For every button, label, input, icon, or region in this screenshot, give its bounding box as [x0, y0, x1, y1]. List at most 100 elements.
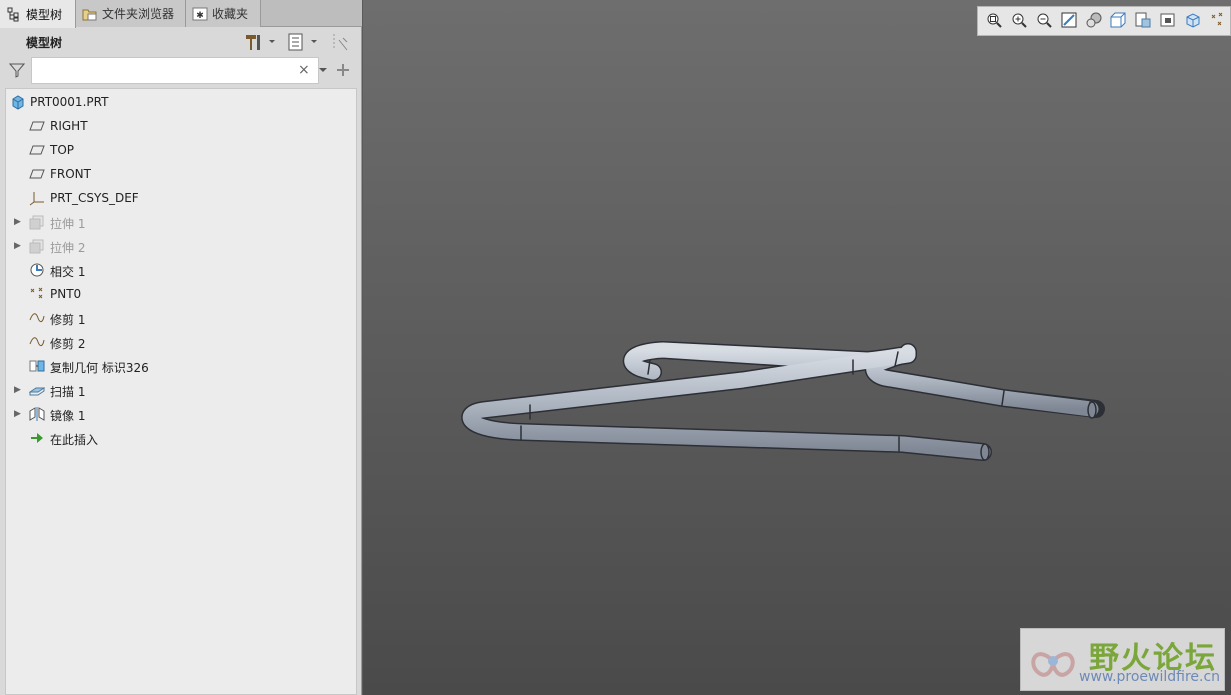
tree-item[interactable]: 修剪 1 [6, 307, 356, 329]
extrude-icon [29, 214, 45, 230]
zoom-out-button[interactable] [1032, 9, 1057, 33]
tree-item-label: 复制几何 标识326 [50, 361, 149, 375]
chevron-down-icon[interactable] [318, 67, 328, 75]
pin-icon [333, 34, 348, 51]
navigator-panel: 模型树 文件夹浏览器 ✱ 收藏夹 模型树 × PRT0001.PRT RIGHT… [0, 0, 362, 695]
datum-display-icon [1209, 11, 1227, 32]
tree-item[interactable]: FRONT [6, 163, 356, 185]
add-filter-icon[interactable] [336, 63, 350, 77]
mirror-icon [29, 406, 45, 422]
tree-item[interactable]: 在此插入 [6, 427, 356, 449]
tree-item[interactable]: ▶ 拉伸 1 [6, 211, 356, 233]
graphics-viewport[interactable] [363, 0, 1231, 695]
repaint-icon [1060, 11, 1078, 32]
tree-item-label: PRT_CSYS_DEF [50, 191, 139, 205]
saved-orientations-icon [1109, 11, 1127, 32]
tab-favorites[interactable]: ✱ 收藏夹 [186, 0, 261, 27]
tree-item[interactable]: ▶ 扫描 1 [6, 379, 356, 401]
filter-icon[interactable] [9, 62, 25, 78]
display-style-icon [1085, 11, 1103, 32]
pin-button[interactable] [331, 32, 351, 52]
zoom-out-icon [1035, 11, 1053, 32]
tab-label: 模型树 [26, 7, 63, 22]
repaint-button[interactable] [1056, 9, 1081, 33]
tree-item-label: 拉伸 2 [50, 241, 86, 255]
curve-icon [29, 334, 45, 350]
expand-arrow-icon[interactable]: ▶ [14, 409, 24, 419]
tree-item[interactable]: ▶ 镜像 1 [6, 403, 356, 425]
datum-display-button[interactable] [1205, 9, 1230, 33]
expand-arrow-icon[interactable]: ▶ [14, 241, 24, 251]
tab-model-tree[interactable]: 模型树 [0, 0, 76, 28]
tools-icon [246, 35, 275, 50]
perspective-icon [1159, 11, 1177, 32]
tree-item-label: 镜像 1 [50, 409, 86, 423]
tree-item[interactable]: ▶ 拉伸 2 [6, 235, 356, 257]
extrude-icon [29, 238, 45, 254]
tree-item[interactable]: 复制几何 标识326 [6, 355, 356, 377]
refit-icon [985, 11, 1003, 32]
tree-item-label: PNT0 [50, 287, 82, 301]
tree-item-label: PRT0001.PRT [30, 95, 109, 109]
tab-label: 收藏夹 [212, 7, 249, 21]
expand-arrow-icon[interactable]: ▶ [14, 217, 24, 227]
settings-button[interactable] [243, 32, 277, 52]
search-input[interactable] [31, 57, 319, 84]
svg-text:✱: ✱ [196, 11, 204, 21]
tree-item-label: 修剪 1 [50, 313, 86, 327]
tree-item-label: 在此插入 [50, 433, 99, 447]
datum-plane-icon [29, 142, 45, 158]
panel-title: 模型树 [26, 35, 63, 50]
insert-here-icon [29, 430, 45, 446]
tree-item-label: TOP [50, 143, 75, 157]
tab-label: 文件夹浏览器 [102, 7, 175, 21]
tree-item[interactable]: PNT0 [6, 283, 356, 305]
clear-search-icon[interactable]: × [298, 62, 310, 78]
tab-folder-browser[interactable]: 文件夹浏览器 [76, 0, 186, 27]
datum-plane-icon [29, 166, 45, 182]
display-style-button[interactable] [1081, 9, 1106, 33]
copy-geometry-icon [29, 358, 45, 374]
coordinate-system-icon [29, 190, 45, 206]
model-tree-icon [6, 6, 22, 22]
part-icon [10, 94, 26, 110]
section-icon [1184, 11, 1202, 32]
tree-item[interactable]: PRT_CSYS_DEF [6, 187, 356, 209]
watermark: 野火论坛 www.proewildfire.cn [1020, 628, 1225, 691]
expand-arrow-icon[interactable]: ▶ [14, 385, 24, 395]
datum-point-icon [29, 286, 45, 302]
datum-plane-icon [29, 118, 45, 134]
section-button[interactable] [1180, 9, 1205, 33]
tree-item-label: 相交 1 [50, 265, 86, 279]
tree-item[interactable]: 修剪 2 [6, 331, 356, 353]
tree-item-label: 拉伸 1 [50, 217, 86, 231]
perspective-button[interactable] [1156, 9, 1181, 33]
view-manager-button[interactable] [1131, 9, 1156, 33]
refit-button[interactable] [982, 9, 1007, 33]
filter-row: × [5, 57, 357, 85]
tree-item-label: 扫描 1 [50, 385, 86, 399]
tree-item[interactable]: RIGHT [6, 115, 356, 137]
view-manager-icon [1134, 11, 1152, 32]
watermark-url: www.proewildfire.cn [1079, 669, 1221, 685]
list-icon [288, 33, 317, 51]
tree-item-label: 修剪 2 [50, 337, 86, 351]
folder-browser-icon [82, 6, 98, 22]
tree-item-label: FRONT [50, 167, 91, 181]
saved-orientations-button[interactable] [1106, 9, 1131, 33]
view-toolbar [977, 6, 1231, 36]
show-button[interactable] [286, 32, 322, 52]
panel-header: 模型树 [5, 28, 357, 56]
model-tree: PRT0001.PRT RIGHT TOP FRONT PRT_CSYS_DEF ▶ 拉伸 … [5, 88, 357, 695]
wire-model [461, 341, 1105, 461]
intersect-icon [29, 262, 45, 278]
sweep-icon [28, 382, 46, 398]
tree-item[interactable]: 相交 1 [6, 259, 356, 281]
forum-logo-icon [1031, 652, 1075, 677]
tree-item[interactable]: PRT0001.PRT [6, 91, 356, 113]
favorites-icon: ✱ [192, 6, 208, 22]
zoom-in-button[interactable] [1007, 9, 1032, 33]
tree-item-label: RIGHT [50, 119, 88, 133]
navigator-tabbar: 模型树 文件夹浏览器 ✱ 收藏夹 [0, 0, 362, 28]
tree-item[interactable]: TOP [6, 139, 356, 161]
